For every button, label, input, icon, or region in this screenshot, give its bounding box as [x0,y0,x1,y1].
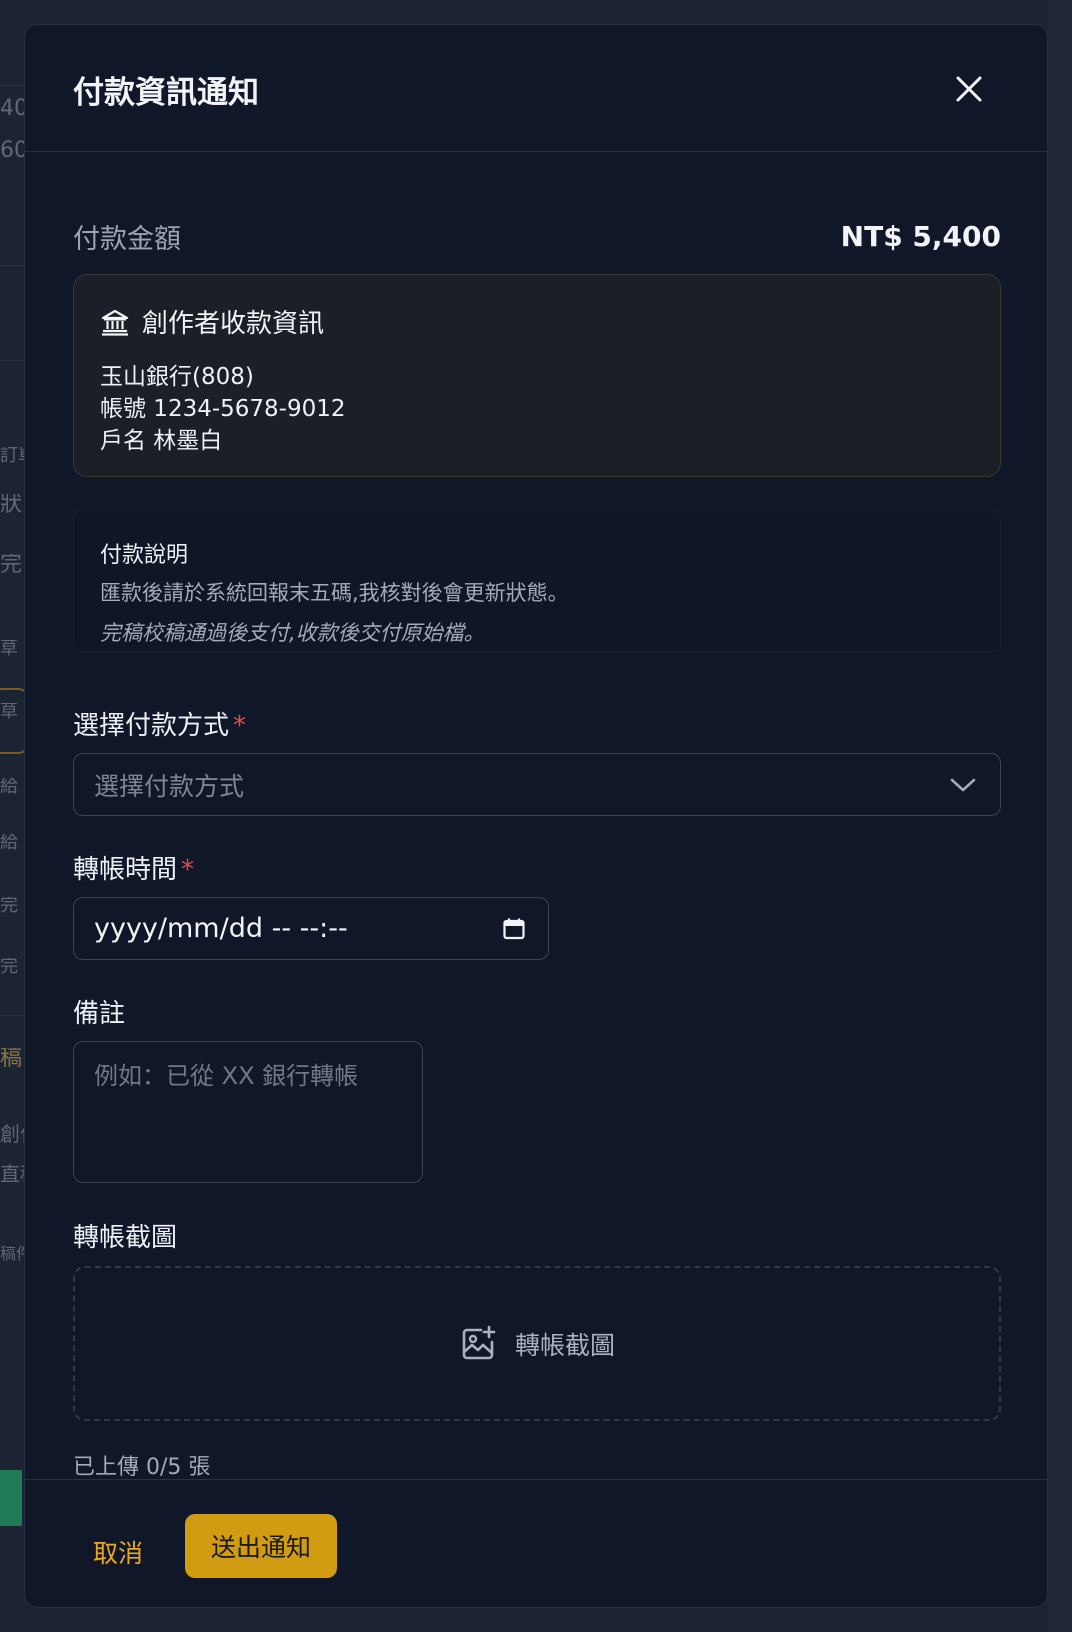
required-mark: * [181,855,195,885]
upload-count: 已上傳 0/5 張 [73,1455,211,1480]
bg-divider [0,265,24,266]
bank-info-title-text: 創作者收款資訊 [142,309,325,339]
screenshot-label: 轉帳截圖 [73,1223,178,1253]
payment-method-label-text: 選擇付款方式 [73,711,230,741]
bg-divider [0,360,24,361]
description-line: 完稿校稿通過後支付,收款後交付原始檔。 [100,621,485,645]
modal-header: 付款資訊通知 [25,25,1047,152]
bank-name: 玉山銀行(808) [100,364,254,390]
submit-notice-button[interactable]: 送出通知 [185,1514,337,1578]
modal-title: 付款資訊通知 [73,75,259,111]
note-placeholder: 例如：已從 XX 銀行轉帳 [94,1062,359,1090]
description-title: 付款說明 [100,543,189,568]
required-mark: * [233,711,247,741]
close-button[interactable] [949,69,989,109]
creator-bank-info: 創作者收款資訊 玉山銀行(808) 帳號 1234-5678-9012 戶名 林… [73,274,1001,477]
upload-text: 轉帳截圖 [514,1330,615,1360]
bank-holder: 戶名 林墨白 [100,428,223,454]
transfer-time-label-text: 轉帳時間 [73,855,178,885]
transfer-time-input[interactable]: yyyy/mm/dd -- --:-- [73,897,549,960]
payment-method-label: 選擇付款方式 * [73,705,246,742]
bg-right-edge [1048,0,1072,1632]
close-icon [956,76,982,102]
screenshot-upload-dropzone[interactable]: 轉帳截圖 [73,1266,1001,1421]
payment-notice-modal: 付款資訊通知 付款金額 NT$ 5,400 創作者收款資訊 玉山銀行(808) … [24,24,1048,1608]
note-textarea[interactable]: 例如：已從 XX 銀行轉帳 [73,1041,423,1183]
transfer-time-label: 轉帳時間 * [73,849,194,886]
amount-row: 付款金額 NT$ 5,400 [73,217,1001,256]
note-label: 備註 [73,999,126,1029]
bg-divider [0,85,24,86]
amount-value: NT$ 5,400 [840,220,1001,253]
payment-method-select[interactable]: 選擇付款方式 [73,753,1001,816]
chevron-down-icon [950,778,976,791]
amount-label: 付款金額 [73,224,181,255]
payment-description: 付款說明 匯款後請於系統回報末五碼,我核對後會更新狀態。 完稿校稿通過後支付,收… [73,510,1001,652]
bank-icon [101,309,129,336]
image-add-icon [462,1325,496,1359]
bank-account: 帳號 1234-5678-9012 [100,396,346,422]
calendar-icon[interactable] [502,917,526,941]
bank-info-title: 創作者收款資訊 [100,303,324,340]
transfer-time-placeholder: yyyy/mm/dd -- --:-- [94,913,348,944]
description-line: 匯款後請於系統回報末五碼,我核對後會更新狀態。 [100,581,569,605]
bg-green-button [0,1470,22,1526]
cancel-button[interactable]: 取消 [93,1534,143,1570]
modal-footer: 取消 送出通知 [25,1479,1047,1607]
payment-method-placeholder: 選擇付款方式 [94,771,245,801]
